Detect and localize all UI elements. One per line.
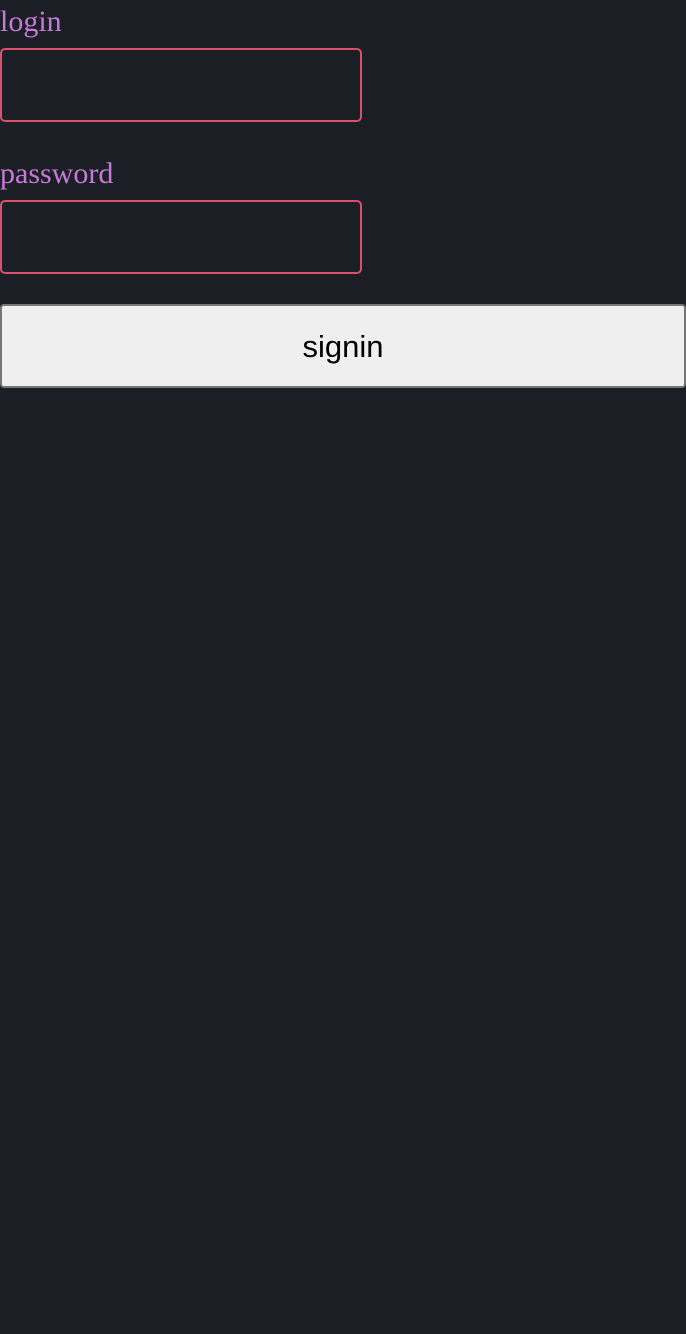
password-label: password [0, 157, 114, 190]
login-input[interactable] [0, 48, 362, 122]
password-input[interactable] [0, 200, 362, 274]
signin-button[interactable]: signin [0, 304, 686, 388]
login-label: login [0, 5, 62, 38]
